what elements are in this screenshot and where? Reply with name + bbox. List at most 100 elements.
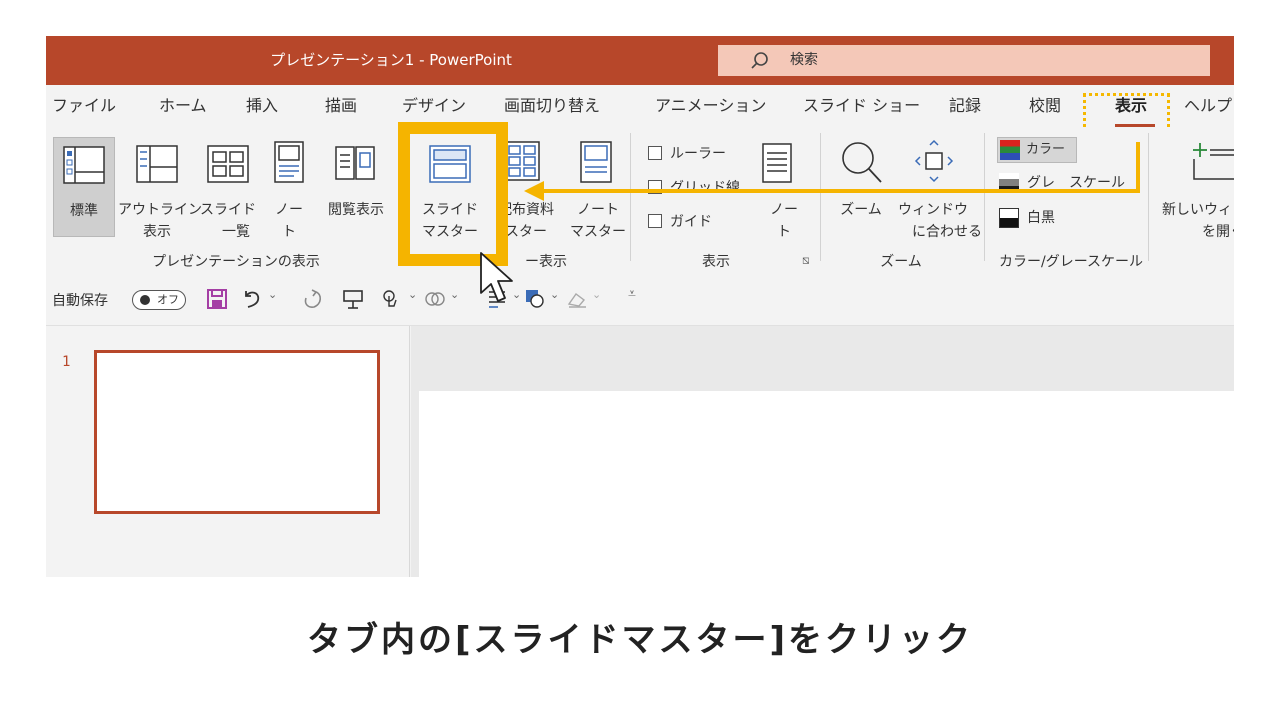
- ruler-label: ルーラー: [670, 146, 726, 162]
- tab-animations[interactable]: アニメーション: [655, 85, 766, 127]
- slide-thumbnails-pane: 1: [46, 326, 410, 577]
- autosave-toggle[interactable]: オフ: [132, 290, 186, 310]
- quick-access-toolbar: 自動保存 オフ ⌄ ⌄ ⌄ ⌄ ⌄ ⌄ ⩡: [46, 274, 1234, 326]
- group-separator: [984, 133, 985, 261]
- slide-canvas[interactable]: [419, 391, 1234, 577]
- tutorial-stage: プレゼンテーション1 - PowerPoint 検索 ファイル ホーム 挿入 描…: [0, 0, 1280, 720]
- black-white-swatch-icon: [999, 208, 1019, 228]
- shapes-dropdown-icon[interactable]: ⌄: [450, 288, 459, 301]
- instruction-caption: タブ内の[スライドマスター]をクリック: [306, 620, 974, 660]
- outline-view-button[interactable]: アウトライン 表示: [118, 137, 202, 240]
- guides-checkbox[interactable]: ガイド: [648, 211, 712, 231]
- powerpoint-window: プレゼンテーション1 - PowerPoint 検索 ファイル ホーム 挿入 描…: [46, 36, 1234, 577]
- handout-master-icon: [504, 141, 540, 181]
- notes-icon: [762, 143, 792, 183]
- magnifier-icon: [842, 142, 882, 183]
- notes-page-icon: [274, 141, 304, 183]
- grayscale-label: グレ スケール: [1027, 175, 1125, 191]
- notes-master-label-1: ノート: [577, 202, 619, 218]
- gridlines-checkbox-box[interactable]: [648, 180, 662, 194]
- align-dropdown-icon[interactable]: ⌄: [512, 288, 521, 301]
- tab-design[interactable]: デザイン: [402, 85, 466, 127]
- redo-icon[interactable]: [302, 288, 324, 310]
- slide-master-highlight: [398, 122, 508, 266]
- autosave-label: 自動保存: [52, 293, 108, 309]
- black-white-button[interactable]: 白黒: [999, 205, 1079, 231]
- gridlines-label: グリッド線: [670, 180, 740, 196]
- tab-home[interactable]: ホーム: [159, 85, 207, 127]
- notes-master-label-2: マスター: [570, 224, 626, 240]
- search-icon: [751, 52, 768, 69]
- fit-window-icon: [914, 139, 954, 183]
- gridlines-checkbox[interactable]: グリッド線: [648, 177, 740, 197]
- save-icon[interactable]: [206, 288, 228, 310]
- show-dialog-launcher-icon[interactable]: ⧅: [802, 253, 810, 268]
- search-placeholder: 検索: [790, 52, 818, 68]
- grayscale-button[interactable]: グレ スケール: [999, 171, 1139, 197]
- outline-view-label-1: アウトライン: [118, 202, 202, 218]
- tab-slideshow[interactable]: スライド ショー: [803, 85, 920, 127]
- notes-page-label-2: ト: [282, 224, 296, 240]
- normal-view-button[interactable]: 標準: [53, 137, 115, 237]
- undo-icon[interactable]: [242, 288, 264, 310]
- shape-fill-icon[interactable]: [524, 288, 546, 310]
- zoom-label: ズーム: [840, 202, 882, 218]
- outline-view-label-2: 表示: [143, 224, 171, 240]
- fit-to-window-label-1: ウィンドウ: [898, 202, 968, 218]
- new-window-icon: [1193, 143, 1234, 180]
- slide-thumbnail[interactable]: [94, 350, 380, 514]
- search-box[interactable]: 検索: [718, 45, 1210, 76]
- tab-record[interactable]: 記録: [949, 85, 981, 127]
- window-title: プレゼンテーション1 - PowerPoint: [270, 51, 512, 69]
- ruler-checkbox-box[interactable]: [648, 146, 662, 160]
- outline-view-icon: [136, 145, 178, 183]
- customize-qat-icon[interactable]: ⩡: [628, 286, 636, 302]
- slide-number: 1: [62, 354, 71, 370]
- shape-fill-dropdown-icon[interactable]: ⌄: [550, 288, 559, 301]
- undo-dropdown-icon[interactable]: ⌄: [268, 288, 277, 301]
- guides-checkbox-box[interactable]: [648, 214, 662, 228]
- autosave-toggle-label: オフ: [157, 293, 179, 306]
- tab-draw[interactable]: 描画: [325, 85, 357, 127]
- present-icon[interactable]: [342, 288, 364, 310]
- color-group-label: カラー/グレースケール: [998, 254, 1144, 270]
- reading-view-button[interactable]: 閲覧表示: [320, 137, 392, 237]
- notes-page-button[interactable]: ノー ト: [262, 137, 316, 240]
- new-window-label-2: を開く: [1202, 224, 1234, 240]
- slide-sorter-button[interactable]: スライド 一覧: [196, 137, 260, 240]
- fit-to-window-button[interactable]: ウィンドウ に合わせる: [892, 137, 982, 240]
- new-window-label-1: 新しいウィン: [1162, 202, 1234, 218]
- normal-view-label: 標準: [70, 203, 98, 219]
- reading-view-icon: [335, 146, 375, 180]
- tab-help[interactable]: ヘルプ: [1184, 85, 1232, 127]
- tab-transitions[interactable]: 画面切り替え: [504, 85, 600, 127]
- touch-mode-icon[interactable]: [380, 288, 402, 310]
- grayscale-swatch-icon: [999, 173, 1019, 193]
- slide-sorter-label-1: スライド: [200, 202, 256, 218]
- eraser-dropdown-icon[interactable]: ⌄: [592, 288, 601, 301]
- notes-master-button[interactable]: ノート マスター: [558, 137, 630, 240]
- new-window-button[interactable]: 新しいウィン を開く: [1158, 137, 1234, 240]
- shapes-icon[interactable]: [424, 288, 446, 310]
- touch-dropdown-icon[interactable]: ⌄: [408, 288, 417, 301]
- ribbon-tabs: ファイル ホーム 挿入 描画 デザイン 画面切り替え アニメーション スライド …: [46, 85, 1234, 127]
- color-button[interactable]: カラー: [997, 137, 1077, 163]
- normal-view-icon: [63, 146, 105, 184]
- guides-label: ガイド: [670, 214, 712, 230]
- editing-area: [411, 326, 1234, 577]
- zoom-group-label: ズーム: [880, 254, 922, 270]
- presentation-views-group-label: プレゼンテーションの表示: [152, 254, 320, 270]
- group-separator: [1148, 133, 1149, 261]
- show-group-label: 表示: [702, 254, 730, 270]
- ruler-checkbox[interactable]: ルーラー: [648, 143, 726, 163]
- notes-toggle-button[interactable]: ノー ト: [754, 137, 800, 240]
- group-separator: [820, 133, 821, 261]
- tab-file[interactable]: ファイル: [52, 85, 116, 127]
- notes-toggle-label-1: ノー: [770, 202, 798, 218]
- eraser-icon[interactable]: [566, 288, 588, 310]
- align-icon[interactable]: [486, 288, 508, 310]
- toggle-knob: [140, 295, 150, 305]
- tab-review[interactable]: 校閲: [1029, 85, 1061, 127]
- zoom-button[interactable]: ズーム: [830, 137, 890, 237]
- tab-insert[interactable]: 挿入: [246, 85, 278, 127]
